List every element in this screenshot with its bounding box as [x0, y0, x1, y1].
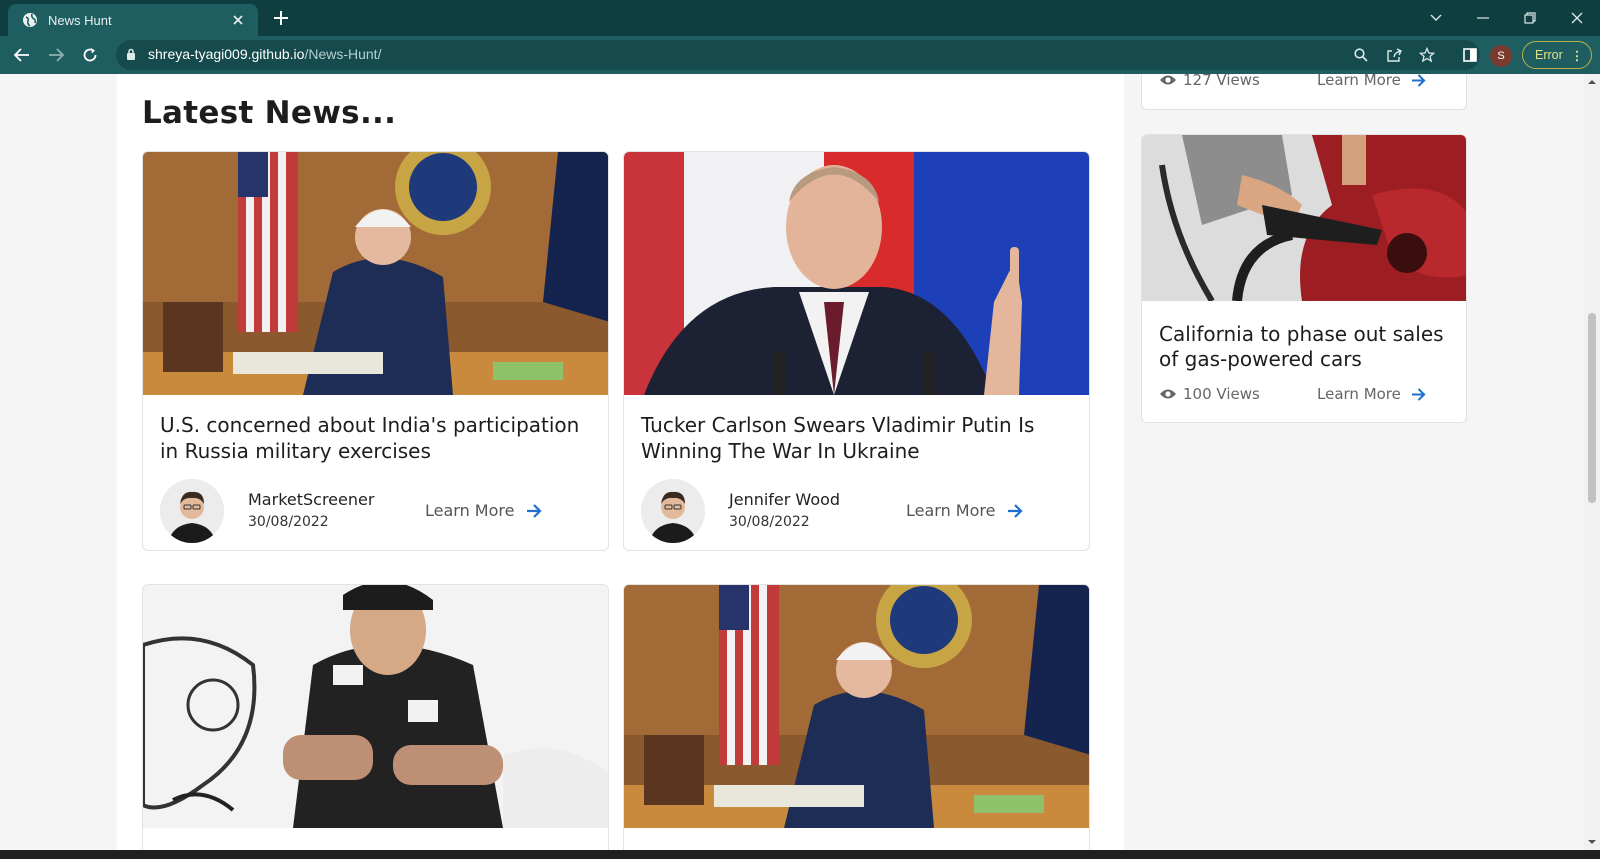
restore-icon[interactable] [1519, 7, 1541, 29]
arrow-right-icon [1411, 387, 1426, 401]
news-card[interactable]: Tucker Carlson Swears Vladimir Putin Is … [623, 151, 1090, 551]
address-bar[interactable]: shreya-tyagi009.github.io/News-Hunt/ [116, 40, 1480, 70]
author-name: Jennifer Wood [729, 490, 841, 509]
avatar[interactable]: S [1490, 45, 1512, 67]
minimize-icon[interactable] [1472, 7, 1494, 29]
tab-title: News Hunt [48, 12, 112, 28]
eye-icon [1160, 389, 1176, 399]
sidebar-news-card[interactable]: California to phase out sales of gas-pow… [1141, 134, 1467, 423]
close-icon[interactable] [230, 12, 246, 28]
forward-icon[interactable] [46, 45, 66, 65]
error-button[interactable]: Error ⋮ [1522, 41, 1592, 69]
error-label: Error [1535, 48, 1563, 62]
avatar [641, 479, 705, 543]
learn-more-label: Learn More [1317, 74, 1401, 89]
sidebar-news-card[interactable]: 127 Views Learn More [1141, 74, 1467, 110]
publish-date: 30/08/2022 [729, 514, 810, 530]
learn-more-link[interactable]: Learn More [1317, 74, 1426, 89]
browser-toolbar: shreya-tyagi009.github.io/News-Hunt/ S E… [0, 36, 1600, 74]
page-title: Latest News... [142, 95, 397, 131]
share-icon[interactable] [1385, 46, 1403, 64]
arrow-right-icon [1411, 74, 1426, 87]
page-viewport: Latest News... U.S. concerned about Indi… [0, 74, 1584, 850]
os-taskbar [0, 850, 1600, 859]
back-icon[interactable] [12, 45, 32, 65]
news-title[interactable]: U.S. concerned about India's participati… [160, 412, 600, 464]
scrollbar-thumb[interactable] [1588, 313, 1596, 503]
learn-more-label: Learn More [906, 501, 996, 520]
scroll-down-icon[interactable] [1588, 838, 1596, 846]
arrow-right-icon [1008, 503, 1024, 518]
news-image[interactable] [143, 152, 608, 395]
learn-more-link[interactable]: Learn More [425, 501, 543, 520]
globe-icon [23, 13, 37, 27]
news-card[interactable]: U.S. concerned about India's participati… [142, 151, 609, 551]
news-title[interactable]: Tucker Carlson Swears Vladimir Putin Is … [641, 412, 1081, 464]
views-count: 127 Views [1159, 74, 1260, 89]
sidebar-news-title[interactable]: California to phase out sales of gas-pow… [1159, 322, 1459, 372]
views-count: 100 Views [1159, 385, 1260, 403]
url-host: shreya-tyagi009.github.io [148, 46, 305, 62]
learn-more-link[interactable]: Learn More [1317, 385, 1426, 403]
sidebar-news-image[interactable] [1142, 135, 1466, 303]
kebab-icon[interactable]: ⋮ [1571, 48, 1583, 63]
browser-tab[interactable]: News Hunt [8, 4, 258, 36]
learn-more-label: Learn More [1317, 385, 1401, 403]
views-label: 127 Views [1183, 74, 1260, 89]
news-image[interactable] [143, 585, 608, 828]
views-label: 100 Views [1183, 385, 1260, 403]
star-icon[interactable] [1418, 46, 1436, 64]
eye-icon [1160, 75, 1176, 85]
chevron-down-icon[interactable] [1425, 7, 1447, 29]
news-card[interactable] [623, 584, 1090, 850]
url-text: shreya-tyagi009.github.io/News-Hunt/ [148, 46, 381, 62]
avatar [160, 479, 224, 543]
search-icon[interactable] [1352, 46, 1370, 64]
url-path: /News-Hunt/ [304, 46, 382, 62]
news-image[interactable] [624, 585, 1089, 828]
author-name: MarketScreener [248, 490, 375, 509]
browser-tab-strip: News Hunt [0, 0, 1600, 36]
learn-more-link[interactable]: Learn More [906, 501, 1024, 520]
news-image[interactable] [624, 152, 1089, 395]
arrow-right-icon [527, 503, 543, 518]
sidepanel-icon[interactable] [1460, 45, 1480, 65]
learn-more-label: Learn More [425, 501, 515, 520]
lock-icon[interactable] [126, 48, 136, 61]
reload-icon[interactable] [80, 45, 100, 65]
scroll-up-icon[interactable] [1588, 78, 1596, 86]
plus-icon[interactable] [272, 9, 290, 27]
main-content: Latest News... U.S. concerned about Indi… [117, 74, 1124, 850]
news-card[interactable] [142, 584, 609, 850]
vertical-scrollbar[interactable] [1584, 74, 1600, 850]
publish-date: 30/08/2022 [248, 514, 329, 530]
window-close-icon[interactable] [1566, 7, 1588, 29]
